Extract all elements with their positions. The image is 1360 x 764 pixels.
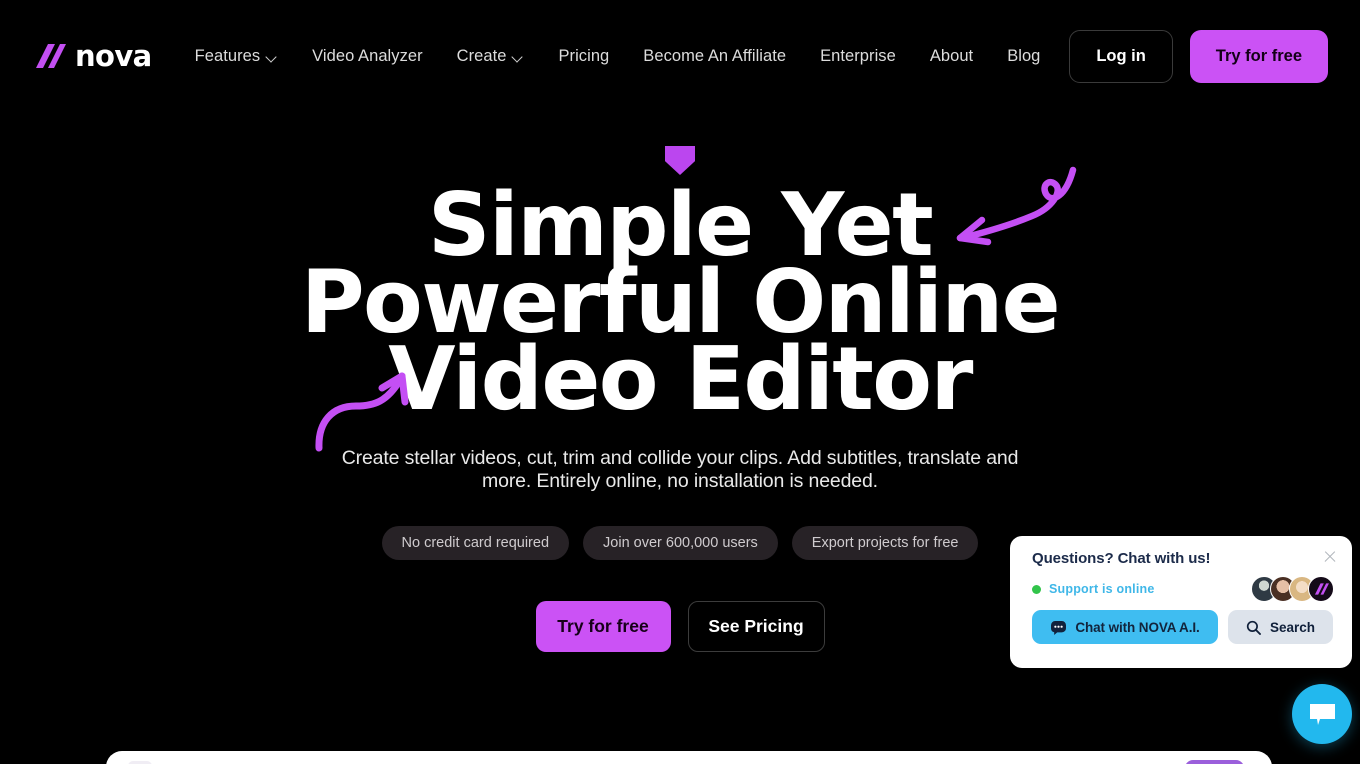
nav-item-label: About (929, 46, 974, 65)
nav-item-label: Create (456, 46, 507, 65)
search-icon (1246, 620, 1261, 635)
nova-logo-icon (32, 41, 66, 71)
login-button[interactable]: Log in (1069, 29, 1173, 83)
preview-panel-action-button[interactable] (1185, 760, 1244, 764)
chevron-down-icon (267, 52, 278, 63)
pill-no-credit-card: No credit card required (381, 526, 570, 560)
chat-widget-buttons: Chat with NOVA A.I. Search (1032, 610, 1334, 644)
nav-item-label: Enterprise (820, 46, 896, 65)
nav-item-label: Pricing (558, 46, 610, 65)
search-button-label: Search (1269, 619, 1316, 635)
chat-widget-card: Questions? Chat with us! Support is onli… (1010, 536, 1352, 668)
page-title: Simple Yet Powerful Online Video Editor (0, 182, 1360, 430)
top-navigation-bar: nova Features Video Analyzer Create Pric… (0, 0, 1360, 112)
hero-title-line-3: Video Editor (388, 328, 973, 430)
chat-fab-button[interactable] (1292, 684, 1352, 744)
chevron-down-icon (513, 52, 524, 63)
landing-page: nova Features Video Analyzer Create Pric… (0, 0, 1360, 764)
status-online-dot-icon (1032, 584, 1041, 594)
close-icon[interactable] (1322, 549, 1338, 565)
status-badge: Support is online (1049, 582, 1155, 596)
nav-item-become-an-affiliate[interactable]: Become An Affiliate (626, 37, 803, 76)
nav-links: Features Video Analyzer Create Pricing B… (178, 37, 1070, 76)
nav-item-enterprise[interactable]: Enterprise (803, 37, 913, 76)
agent-avatar-group (1251, 576, 1334, 602)
chat-bubble-icon (1309, 702, 1336, 726)
pill-export-free: Export projects for free (791, 526, 979, 560)
chat-widget-heading: Questions? Chat with us! (1032, 550, 1211, 567)
nav-item-create[interactable]: Create (440, 37, 542, 76)
brand-logo-link[interactable]: nova (32, 41, 152, 71)
chat-status-row: Support is online (1032, 576, 1334, 602)
nav-item-about[interactable]: About (913, 37, 990, 76)
nav-item-label: Blog (1007, 46, 1041, 65)
nav-item-features[interactable]: Features (178, 37, 296, 76)
nav-item-blog[interactable]: Blog (990, 37, 1057, 76)
nav-item-label: Features (194, 46, 261, 65)
shield-badge-icon (665, 146, 695, 175)
search-button[interactable]: Search (1228, 610, 1333, 644)
speech-bubble-icon (1050, 620, 1067, 635)
nova-bot-avatar (1308, 576, 1334, 602)
pill-join-users: Join over 600,000 users (583, 526, 778, 560)
nav-item-video-analyzer[interactable]: Video Analyzer (295, 37, 439, 76)
chat-with-nova-ai-button[interactable]: Chat with NOVA A.I. (1032, 610, 1218, 644)
try-for-free-button-nav[interactable]: Try for free (1189, 29, 1328, 83)
nav-item-pricing[interactable]: Pricing (541, 37, 626, 76)
brand-wordmark: nova (75, 38, 152, 73)
nav-actions: Log in Try for free (1069, 29, 1328, 83)
nav-item-label: Video Analyzer (312, 46, 423, 65)
see-pricing-button[interactable]: See Pricing (687, 601, 825, 652)
chat-button-label: Chat with NOVA A.I. (1075, 619, 1200, 635)
app-preview-panel (106, 751, 1272, 764)
nav-item-label: Become An Affiliate (643, 46, 787, 65)
try-for-free-button-hero[interactable]: Try for free (535, 601, 671, 652)
hero-subtitle: Create stellar videos, cut, trim and col… (341, 447, 1019, 492)
